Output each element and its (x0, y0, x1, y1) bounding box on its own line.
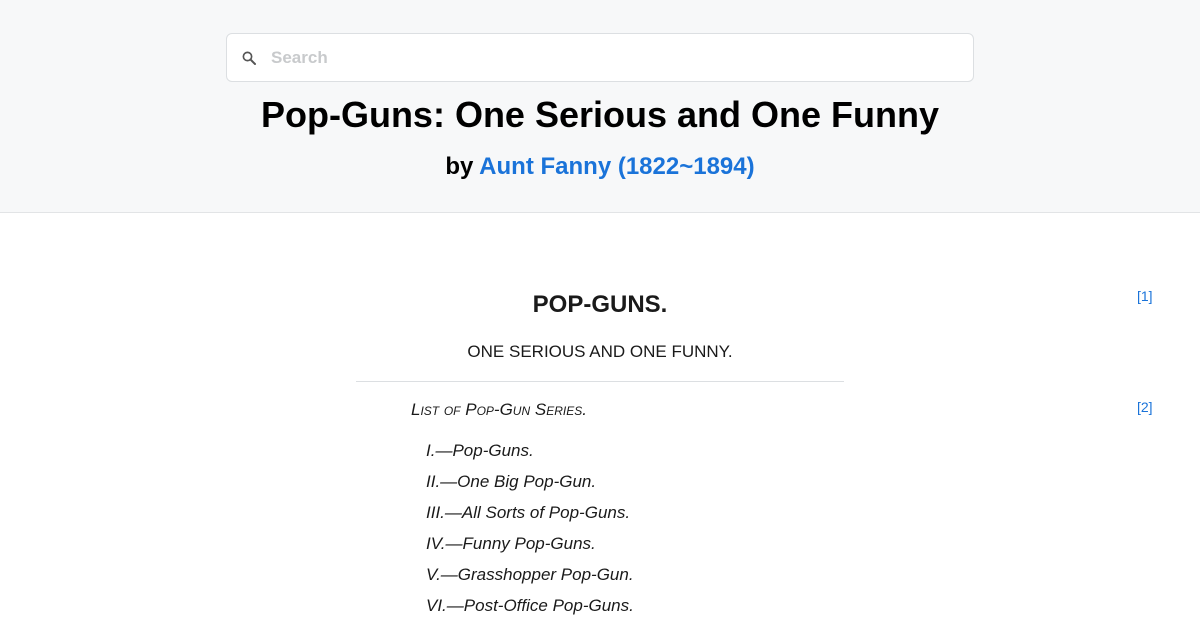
page-header: Pop-Guns: One Serious and One Funny by A… (0, 0, 1200, 213)
series-list: I.—Pop-Guns. II.—One Big Pop-Gun. III.—A… (426, 440, 634, 626)
divider (356, 381, 844, 382)
list-heading: List of Pop-Gun Series. (411, 400, 587, 419)
list-item: II.—One Big Pop-Gun. (426, 472, 597, 491)
search-box[interactable] (226, 33, 974, 82)
by-prefix: by (445, 153, 474, 180)
list-item: VI.—Post-Office Pop-Guns. (426, 596, 634, 615)
page-marker-2[interactable]: [2] (1137, 399, 1153, 415)
byline: by Aunt Fanny (1822~1894) (0, 151, 1200, 183)
book-title: Pop-Guns: One Serious and One Funny (260, 94, 940, 135)
list-item: IV.—Funny Pop-Guns. (426, 534, 596, 553)
author-link[interactable]: Aunt Fanny (1822~1894) (479, 153, 754, 180)
list-item: III.—All Sorts of Pop-Guns. (426, 503, 631, 522)
list-item: I.—Pop-Guns. (426, 441, 534, 460)
search-icon (242, 51, 256, 65)
section-subheading: ONE SERIOUS AND ONE FUNNY. (467, 342, 733, 361)
section-heading: POP-GUNS. (532, 291, 668, 318)
list-item: V.—Grasshopper Pop-Gun. (426, 565, 634, 584)
search-input[interactable] (271, 34, 961, 81)
